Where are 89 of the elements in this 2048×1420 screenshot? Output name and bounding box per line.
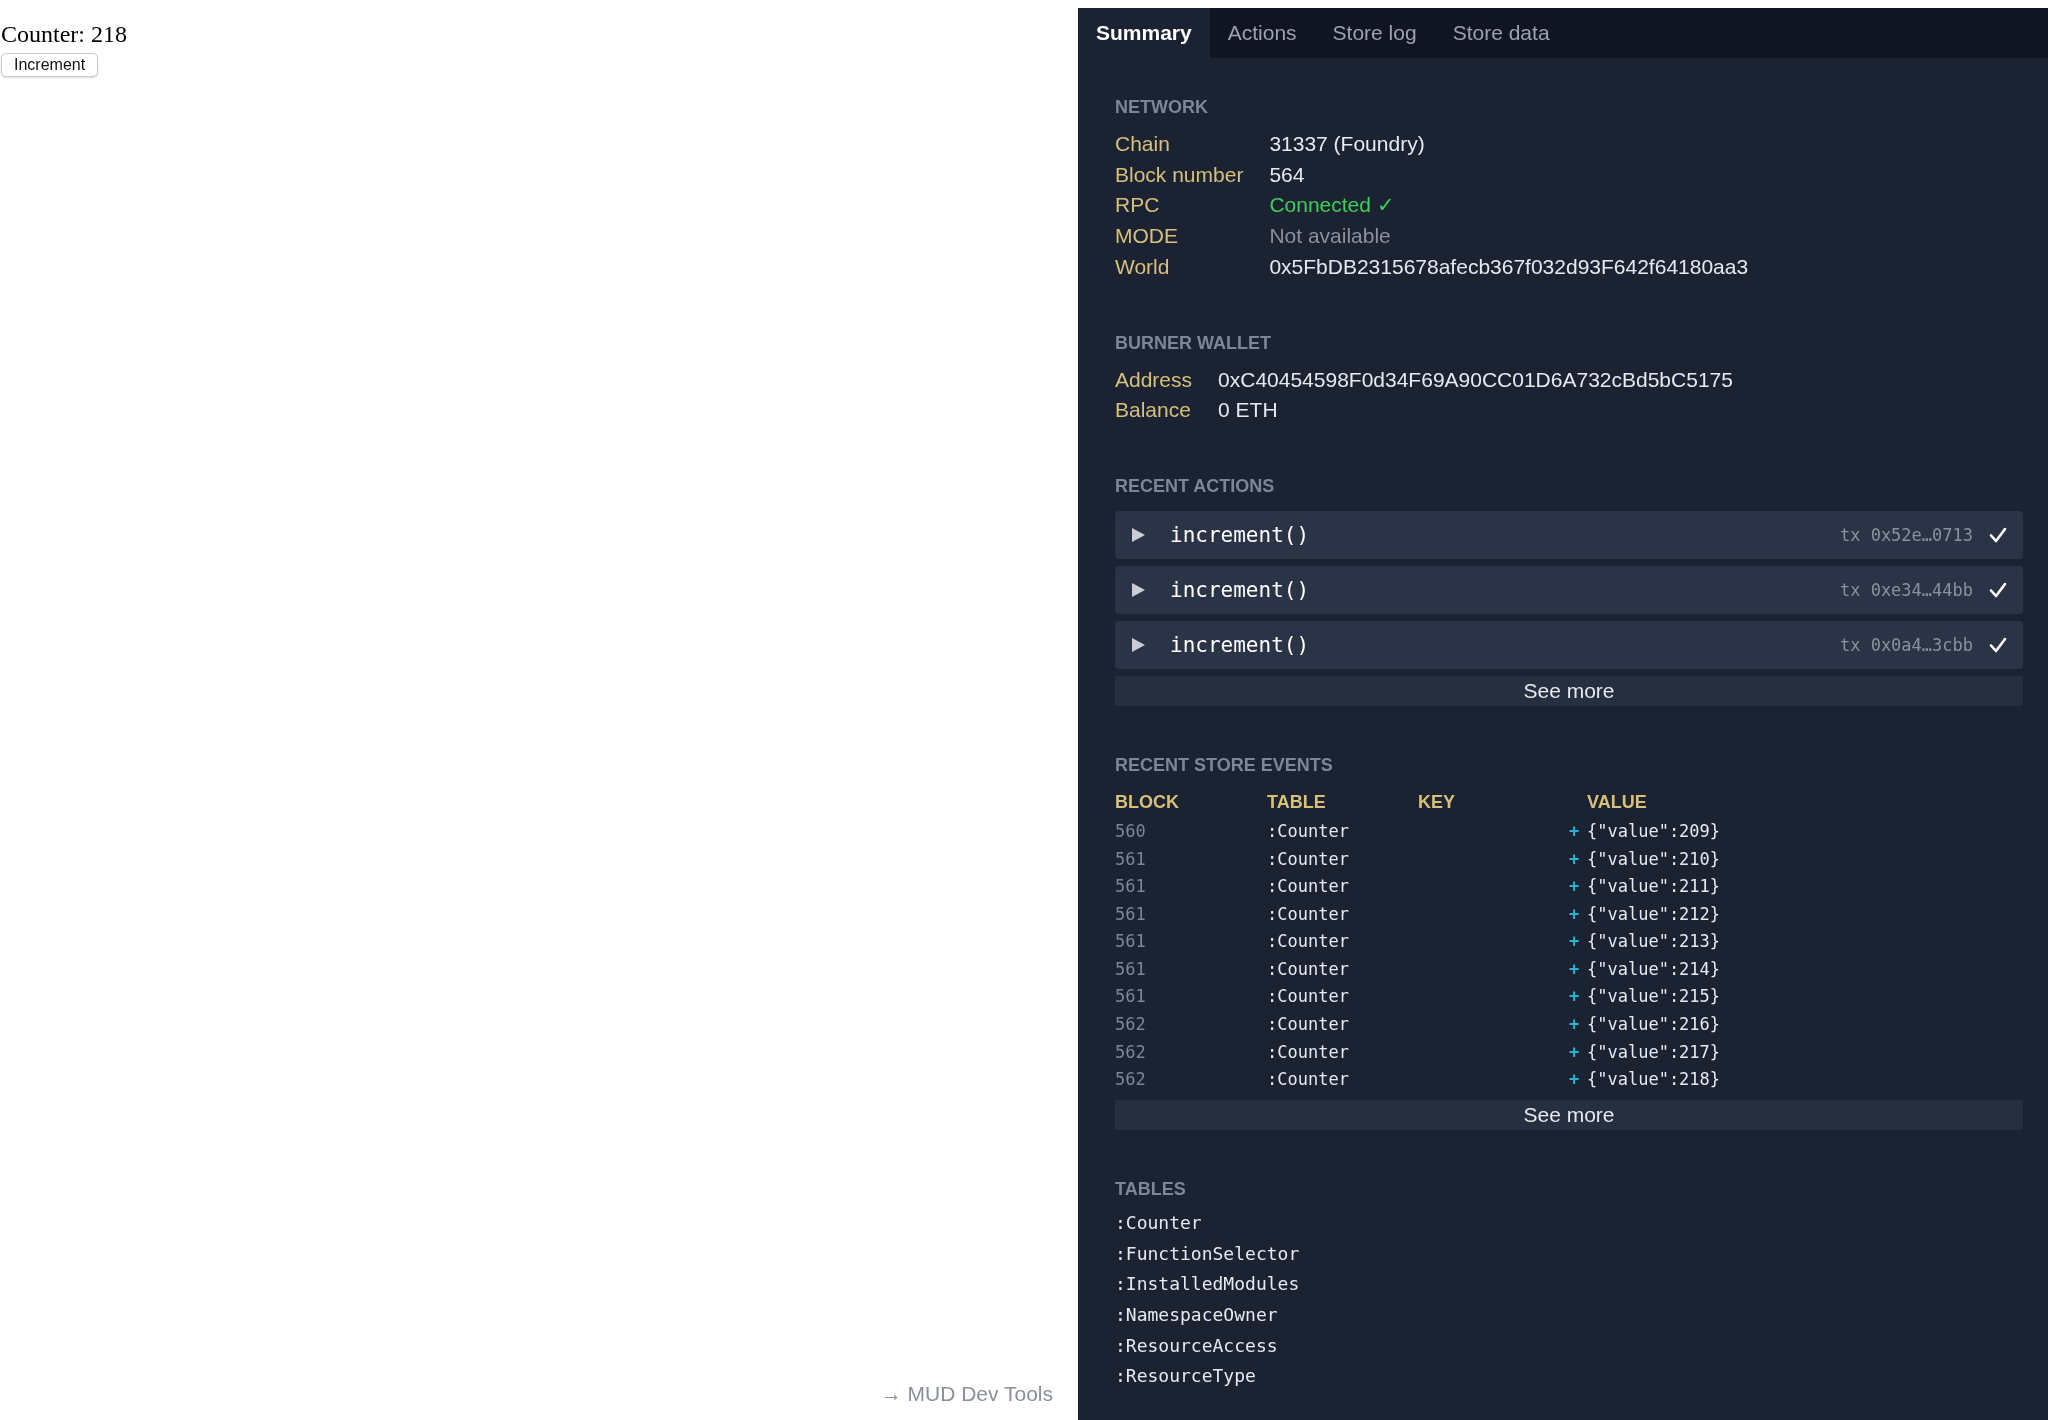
column-header: KEY [1418,790,1456,814]
field-label: Address [1115,367,1193,393]
value-cell-text: {"value":209} [1587,819,1722,843]
block-cell-text: 561 [1115,985,1147,1009]
table-name[interactable]: :InstalledModules [1115,1269,2023,1300]
value-cell-text: {"value":214} [1587,957,1722,981]
field-value: Not available [1269,224,1392,249]
field-label: Block number [1115,162,1244,188]
value-cell-text: {"value":210} [1587,847,1722,871]
operation-sign: + [1569,930,1581,954]
tab[interactable]: Store data [1434,8,1568,58]
value-cell-text: {"value":213} [1587,930,1722,954]
operation-sign: + [1569,847,1581,871]
table-name[interactable]: :NamespaceOwner [1115,1299,2023,1331]
table-cell-text: :Counter [1267,930,1350,954]
operation-sign: + [1569,902,1581,926]
action-name: increment() [1170,522,1311,547]
block-cell-text: 561 [1115,902,1147,926]
tab[interactable]: Summary [1078,8,1210,58]
table-name[interactable]: :Counter [1115,1207,2023,1239]
transaction-hash: tx 0x0a4…3cbb [1839,634,1973,655]
action-row[interactable]: increment() tx 0x0a4…3cbb [1115,620,2023,669]
field-label: RPC [1115,193,1161,219]
column-header: BLOCK [1115,790,1180,814]
field-label: Balance [1115,398,1192,423]
expand-triangle-icon[interactable] [1132,527,1145,542]
block-cell-text: 561 [1115,957,1147,981]
block-cell-text: 562 [1115,1068,1147,1092]
field-label: World [1115,254,1171,280]
block-cell-text: 562 [1115,1040,1147,1064]
action-name: increment() [1170,577,1311,602]
column-header: TABLE [1267,790,1327,814]
value-cell-text: {"value":218} [1587,1068,1722,1092]
table-name[interactable]: :ResourceType [1115,1361,2023,1393]
table-cell-text: :Counter [1267,847,1350,871]
block-cell-text: 560 [1115,819,1147,843]
tab[interactable]: Actions [1209,8,1315,58]
section-heading: RECENT ACTIONS [1115,474,1276,497]
field-value: 564 [1269,162,1306,188]
section-heading: RECENT STORE EVENTS [1115,753,1334,776]
transaction-hash: tx 0x52e…0713 [1839,524,1973,545]
field-value: Connected ✓ [1269,193,1396,219]
tab[interactable]: Store log [1314,8,1435,58]
field-value: 0x5FbDB2315678afecb367f032d93F642f64180aa3 [1269,254,1750,280]
operation-sign: + [1569,819,1581,843]
field-value: 31337 (Foundry) [1269,132,1426,157]
table-cell-text: :Counter [1267,1013,1350,1037]
transaction-hash: tx 0xe34…44bb [1839,579,1973,600]
table-cell-text: :Counter [1267,1040,1350,1064]
table-name[interactable]: :FunctionSelector [1115,1238,2023,1270]
block-cell-text: 561 [1115,930,1147,954]
operation-sign: + [1569,957,1581,981]
value-cell-text: {"value":211} [1587,875,1722,899]
action-name: increment() [1170,632,1311,657]
field-value: 0 ETH [1218,398,1279,423]
value-cell-text: {"value":216} [1587,1013,1722,1037]
column-header: VALUE [1587,790,1648,814]
block-cell-text: 562 [1115,1013,1147,1037]
table-name[interactable]: :ResourceAccess [1115,1330,2023,1362]
section-heading: BURNER WALLET [1115,331,1272,354]
action-row[interactable]: increment() tx 0xe34…44bb [1115,565,2023,614]
expand-triangle-icon[interactable] [1132,637,1145,652]
operation-sign: + [1569,1040,1581,1064]
value-cell-text: {"value":212} [1587,902,1722,926]
operation-sign: + [1569,1068,1581,1092]
block-cell-text: 561 [1115,875,1147,899]
table-cell-text: :Counter [1267,819,1350,843]
value-cell-text: {"value":215} [1587,985,1722,1009]
field-label: MODE [1115,224,1179,249]
section-heading: TABLES [1115,1177,1187,1200]
table-cell-text: :Counter [1267,1068,1350,1092]
operation-sign: + [1569,875,1581,899]
field-label: Chain [1115,132,1171,157]
increment-button[interactable]: Increment [1,53,99,77]
see-more-button[interactable]: See more [1115,1099,2023,1130]
action-row[interactable]: increment() tx 0x52e…0713 [1115,510,2023,559]
value-cell-text: {"value":217} [1587,1040,1722,1064]
expand-triangle-icon[interactable] [1132,582,1145,597]
table-cell-text: :Counter [1267,985,1350,1009]
operation-sign: + [1569,1013,1581,1037]
table-cell-text: :Counter [1267,875,1350,899]
table-cell-text: :Counter [1267,902,1350,926]
field-value: 0xC40454598F0d34F69A90CC01D6A732cBd5bC5175 [1218,367,1734,393]
counter-text: Counter: 218 [0,20,127,48]
section-heading: NETWORK [1115,96,1209,118]
operation-sign: + [1569,985,1581,1009]
block-cell-text: 561 [1115,847,1147,871]
table-cell-text: :Counter [1267,957,1350,981]
see-more-button[interactable]: See more [1115,675,2023,706]
